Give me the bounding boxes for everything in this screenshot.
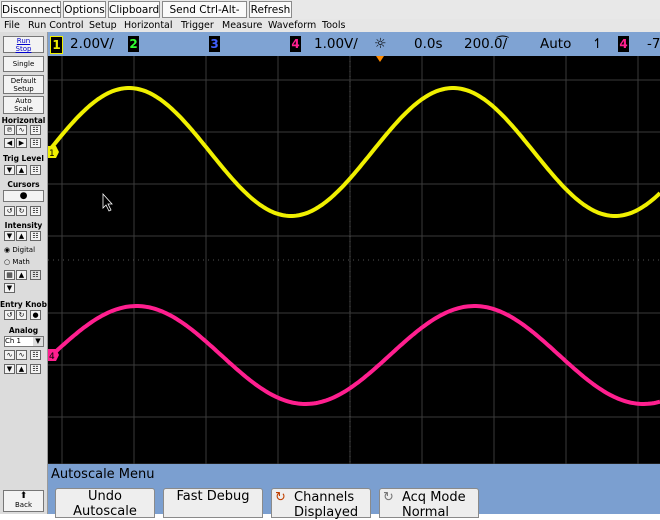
- ch2-indicator[interactable]: 2: [128, 36, 139, 52]
- menu-run-control[interactable]: Run Control: [28, 19, 84, 32]
- waveform-menu-icon[interactable]: ☷: [30, 270, 41, 280]
- trig-level-label: Trig Level: [3, 154, 44, 163]
- menu-trigger[interactable]: Trigger: [181, 19, 214, 32]
- horizontal-label: Horizontal: [1, 116, 46, 125]
- analog-up-icon[interactable]: ▲: [16, 364, 27, 374]
- time-scale[interactable]: 200.0͡/: [464, 32, 507, 56]
- channels-displayed-label: Channels Displayed: [294, 490, 359, 520]
- intensity-menu-icon[interactable]: ☷: [30, 231, 41, 241]
- time-delay[interactable]: 0.0s: [414, 32, 443, 56]
- acq-mode-label: Acq Mode Normal: [402, 490, 466, 520]
- trig-down-icon[interactable]: ▼: [4, 165, 15, 175]
- ch4-waveform: [48, 304, 660, 406]
- softkey-menu-title: Autoscale Menu: [51, 467, 155, 482]
- channel-select[interactable]: Ch 1 ▼: [4, 336, 44, 347]
- ch1-marker-label: 1: [49, 149, 55, 159]
- trig-menu-icon[interactable]: ☷: [30, 165, 41, 175]
- horizontal-menu-icon[interactable]: ☷: [30, 125, 41, 135]
- ch4-scale[interactable]: 1.00V/: [314, 32, 358, 56]
- menu-horizontal[interactable]: Horizontal: [124, 19, 173, 32]
- refresh-button[interactable]: Refresh: [249, 1, 292, 18]
- acquisition-star-icon[interactable]: ☼: [374, 32, 387, 56]
- trigger-mode[interactable]: Auto: [540, 32, 571, 56]
- analog-wave2-icon[interactable]: ∿: [16, 350, 27, 360]
- back-button[interactable]: ⬆ Back: [3, 490, 44, 512]
- chevron-down-icon[interactable]: ▼: [33, 337, 43, 346]
- entry-ccw-icon[interactable]: ↺: [4, 310, 15, 320]
- cursor-cw-icon[interactable]: ↻: [16, 206, 27, 216]
- analog-wave-icon[interactable]: ∿: [4, 350, 15, 360]
- ch1-ground-marker[interactable]: 1: [48, 146, 59, 159]
- ch4-indicator[interactable]: 4: [290, 36, 301, 52]
- remote-toolbar: Disconnect Options Clipboard Send Ctrl-A…: [0, 0, 660, 33]
- waveform-up-icon[interactable]: ▲: [16, 270, 27, 280]
- default-setup-button[interactable]: Default Setup: [3, 75, 44, 94]
- ch4-marker-label: 4: [49, 352, 55, 362]
- ch1-waveform: [48, 86, 660, 218]
- menu-waveform[interactable]: Waveform: [268, 19, 316, 32]
- entry-knob-label: Entry Knob: [0, 300, 47, 309]
- analog-settings-icon[interactable]: ☷: [30, 364, 41, 374]
- trigger-source[interactable]: 4: [618, 36, 629, 52]
- waveform-down-icon[interactable]: ▼: [4, 283, 15, 293]
- back-arrow-icon: ⬆: [19, 491, 28, 501]
- intensity-up-icon[interactable]: ▲: [16, 231, 27, 241]
- horizontal-left-icon[interactable]: ◀: [4, 138, 15, 148]
- horizontal-settings-icon[interactable]: ☷: [30, 138, 41, 148]
- trailing-value: -7: [647, 36, 660, 52]
- rotate-knob-icon-2: ↻: [383, 490, 394, 505]
- rotate-knob-icon: ↻: [275, 490, 286, 505]
- options-button[interactable]: Options: [63, 1, 106, 18]
- intensity-label: Intensity: [4, 221, 43, 230]
- entry-push-icon[interactable]: ●: [30, 310, 41, 320]
- analog-label: Analog: [8, 326, 39, 335]
- ch3-indicator[interactable]: 3: [209, 36, 220, 52]
- disconnect-button[interactable]: Disconnect: [1, 1, 61, 18]
- intensity-down-icon[interactable]: ▼: [4, 231, 15, 241]
- menu-measure[interactable]: Measure: [222, 19, 262, 32]
- digital-radio[interactable]: ◉ Digital: [4, 246, 35, 254]
- analog-menu-icon[interactable]: ☷: [30, 350, 41, 360]
- scope-status-bar: 1 2.00V/ 2 3 4 1.00V/ ☼ 0.0s 200.0͡/ Aut…: [48, 32, 660, 56]
- ch1-indicator[interactable]: 1: [50, 36, 63, 54]
- waveform-svg: 1 4: [48, 56, 660, 464]
- menu-file[interactable]: File: [4, 19, 20, 32]
- softkey-menu: Autoscale Menu Undo Autoscale Fast Debug…: [48, 464, 660, 520]
- ch1-scale[interactable]: 2.00V/: [70, 32, 114, 56]
- cursor-menu-icon[interactable]: ☷: [30, 206, 41, 216]
- cursors-label: Cursors: [7, 180, 40, 189]
- cursor-ccw-icon[interactable]: ↺: [4, 206, 15, 216]
- trigger-edge-icon[interactable]: ↿: [592, 32, 603, 56]
- channel-select-value: Ch 1: [5, 337, 22, 345]
- digital-label: Digital: [12, 246, 36, 254]
- horizontal-zoom-icon[interactable]: ℗: [4, 125, 15, 135]
- back-label: Back: [15, 501, 32, 509]
- menu-tools[interactable]: Tools: [322, 19, 345, 32]
- horizontal-right-icon[interactable]: ▶: [16, 138, 27, 148]
- run-stop-button[interactable]: Run Stop: [3, 36, 44, 53]
- math-radio[interactable]: ○ Math: [4, 258, 30, 266]
- send-ctrl-alt-del-button[interactable]: Send Ctrl-Alt-Del: [162, 1, 247, 33]
- clipboard-button[interactable]: Clipboard: [108, 1, 160, 18]
- front-panel: Run Stop Single Default Setup Auto Scale…: [0, 32, 48, 514]
- trigger-position-marker[interactable]: [376, 56, 384, 62]
- single-button[interactable]: Single: [3, 56, 44, 72]
- waveform-display[interactable]: 1 4: [48, 56, 660, 464]
- mouse-pointer-icon: [102, 192, 113, 212]
- horizontal-wave-icon[interactable]: ∿: [16, 125, 27, 135]
- auto-scale-button[interactable]: Auto Scale: [3, 96, 44, 114]
- trig-up-icon[interactable]: ▲: [16, 165, 27, 175]
- analog-down-icon[interactable]: ▼: [4, 364, 15, 374]
- math-label: Math: [12, 258, 30, 266]
- menu-bar: File Run Control Setup Horizontal Trigge…: [0, 19, 660, 32]
- cursors-knob-icon[interactable]: ●: [3, 190, 44, 202]
- menu-setup[interactable]: Setup: [89, 19, 117, 32]
- entry-cw-icon[interactable]: ↻: [16, 310, 27, 320]
- waveform-save-icon[interactable]: ▦: [4, 270, 15, 280]
